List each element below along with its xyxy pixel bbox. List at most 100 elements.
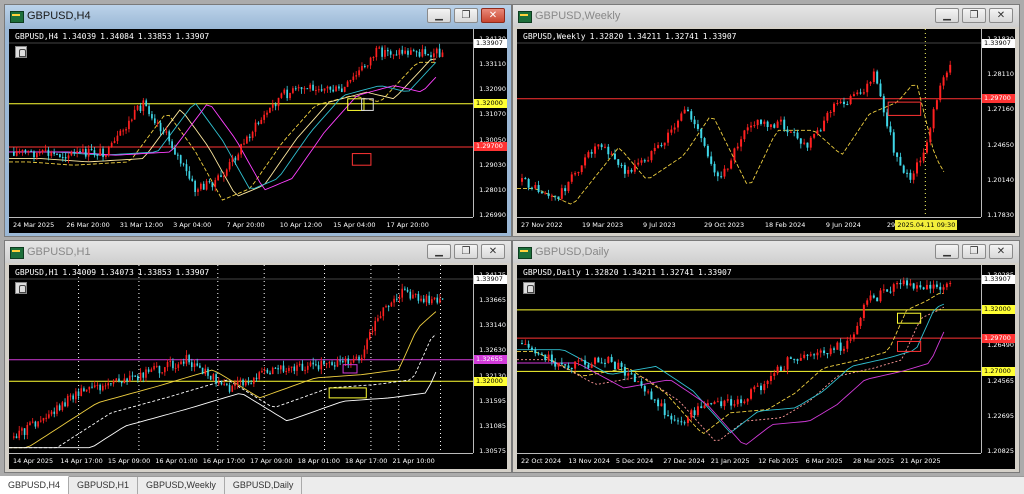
candle-body — [842, 348, 845, 351]
restore-button[interactable]: ❐ — [962, 8, 986, 23]
time-scale[interactable]: 27 Nov 2022 19 Mar 2023 9 Jul 2023 29 Oct 2… — [517, 217, 981, 233]
time-axis-label: 15 Apr 04:00 — [333, 221, 376, 229]
candle-body — [866, 83, 869, 93]
candle-body — [435, 48, 438, 54]
candle-body — [309, 362, 312, 366]
candle-body — [425, 295, 428, 303]
candle-body — [246, 136, 248, 144]
chart-window-daily[interactable]: GBPUSD,Daily ▁ ❐ ✕ GBPUSD,Daily 1.32820 1.… — [512, 240, 1020, 473]
price-chart[interactable]: GBPUSD,Weekly 1.32820 1.34211 1.32741 1.3390… — [517, 29, 1015, 233]
chart-window-h1[interactable]: GBPUSD,H1 ▁ ❐ ✕ GBPUSD,H1 1.34009 1.34073 1… — [4, 240, 512, 473]
candle-body — [320, 89, 323, 91]
price-scale[interactable]: 1.341751.336651.331401.326301.321301.315… — [473, 265, 507, 455]
candle-body — [169, 360, 172, 362]
candle-body — [375, 47, 378, 58]
candle-body — [630, 373, 633, 375]
candle-body — [600, 144, 603, 148]
window-title: GBPUSD,H1 — [27, 246, 91, 258]
level-price-tag: 1.32000 — [982, 305, 1015, 315]
price-axis-label: 1.27160 — [987, 105, 1014, 114]
price-chart[interactable]: GBPUSD,H1 1.34009 1.34073 1.33853 1.33907 1.… — [9, 265, 507, 469]
candle-body — [839, 342, 842, 351]
one-click-trading-icon[interactable] — [523, 282, 535, 294]
candle-body — [23, 428, 26, 435]
one-click-trading-icon[interactable] — [15, 282, 27, 294]
restore-button[interactable]: ❐ — [454, 8, 478, 23]
candle-body — [776, 366, 779, 374]
candle-body — [342, 360, 344, 363]
candle-body — [633, 374, 636, 382]
candle-body — [393, 298, 395, 303]
candle-body — [360, 357, 363, 361]
window-titlebar[interactable]: GBPUSD,Daily ▁ ❐ ✕ — [513, 241, 1019, 263]
current-price-tag: 1.33907 — [474, 275, 507, 284]
tab-gbpusd-h4[interactable]: GBPUSD,H4 — [0, 476, 70, 494]
candle-body — [590, 364, 593, 368]
tab-gbpusd-h1[interactable]: GBPUSD,H1 — [69, 477, 139, 494]
candle-body — [260, 119, 263, 124]
tab-gbpusd-daily[interactable]: GBPUSD,Daily — [225, 477, 303, 494]
one-click-trading-icon[interactable] — [15, 46, 27, 58]
candle-body — [902, 280, 905, 285]
candle-body — [524, 178, 527, 180]
candle-body — [13, 151, 15, 156]
candle-body — [33, 151, 35, 158]
window-titlebar[interactable]: GBPUSD,Weekly ▁ ❐ ✕ — [513, 5, 1019, 27]
tab-gbpusd-weekly[interactable]: GBPUSD,Weekly — [138, 477, 225, 494]
candle-body — [530, 187, 533, 189]
candle-body — [836, 103, 839, 105]
price-scale[interactable]: 1.341301.331101.320901.310701.300501.290… — [473, 29, 507, 219]
price-chart[interactable]: GBPUSD,H4 1.34039 1.34084 1.33853 1.33907 1.… — [9, 29, 507, 233]
time-axis-label: 16 Apr 17:00 — [202, 457, 246, 465]
candle-body — [113, 141, 116, 143]
candle-body — [783, 369, 786, 371]
chart-window-h4[interactable]: GBPUSD,H4 ▁ ❐ ✕ GBPUSD,H4 1.34039 1.34084 1… — [4, 4, 512, 237]
restore-button[interactable]: ❐ — [454, 244, 478, 259]
candle-body — [244, 381, 247, 386]
candle-body — [550, 195, 553, 197]
price-axis-label: 1.20825 — [987, 447, 1014, 455]
candle-body — [286, 89, 289, 99]
chart-window-weekly[interactable]: GBPUSD,Weekly ▁ ❐ ✕ GBPUSD,Weekly 1.32820… — [512, 4, 1020, 237]
window-titlebar[interactable]: GBPUSD,H4 ▁ ❐ ✕ — [5, 5, 511, 27]
candle-body — [633, 164, 636, 172]
candle-body — [88, 386, 91, 390]
candle-body — [13, 436, 15, 438]
candle-body — [122, 130, 125, 132]
close-button[interactable]: ✕ — [481, 244, 505, 259]
minimize-button[interactable]: ▁ — [427, 244, 451, 259]
candle-body — [387, 306, 390, 308]
close-button[interactable]: ✕ — [989, 244, 1013, 259]
candle-body — [627, 373, 630, 376]
price-scale[interactable]: 1.302851.283601.264901.245651.226951.208… — [981, 265, 1015, 455]
candle-body — [220, 382, 223, 385]
chart-canvas — [9, 265, 473, 453]
price-axis-label: 1.33110 — [479, 60, 506, 69]
candle-body — [231, 157, 234, 163]
candle-body — [277, 97, 280, 107]
candle-body — [346, 81, 349, 87]
price-scale[interactable]: 1.318301.281101.271601.246501.201401.178… — [981, 29, 1015, 219]
moving-average-line — [9, 76, 437, 191]
close-button[interactable]: ✕ — [989, 8, 1013, 23]
candle-body — [372, 57, 375, 59]
candle-body — [274, 104, 277, 107]
chart-window-icon — [9, 9, 24, 23]
close-button[interactable]: ✕ — [481, 8, 505, 23]
minimize-button[interactable]: ▁ — [427, 8, 451, 23]
time-scale[interactable]: 24 Mar 2025 26 Mar 20:00 31 Mar 12:00 3 Apr… — [9, 217, 473, 233]
candle-body — [743, 401, 746, 404]
window-titlebar[interactable]: GBPUSD,H1 ▁ ❐ ✕ — [5, 241, 511, 263]
restore-button[interactable]: ❐ — [962, 244, 986, 259]
candle-body — [358, 70, 360, 76]
candle-body — [421, 49, 424, 57]
minimize-button[interactable]: ▁ — [935, 8, 959, 23]
candle-body — [329, 86, 332, 90]
time-scale[interactable]: 14 Apr 2025 14 Apr 17:00 15 Apr 09:00 16 Ap… — [9, 453, 473, 469]
candle-body — [36, 152, 38, 158]
candle-body — [942, 287, 945, 290]
price-chart[interactable]: GBPUSD,Daily 1.32820 1.34211 1.32741 1.33907… — [517, 265, 1015, 469]
time-scale[interactable]: 22 Oct 2024 13 Nov 2024 5 Dec 2024 27 Dec 2… — [517, 453, 981, 469]
candle-body — [756, 119, 759, 126]
minimize-button[interactable]: ▁ — [935, 244, 959, 259]
